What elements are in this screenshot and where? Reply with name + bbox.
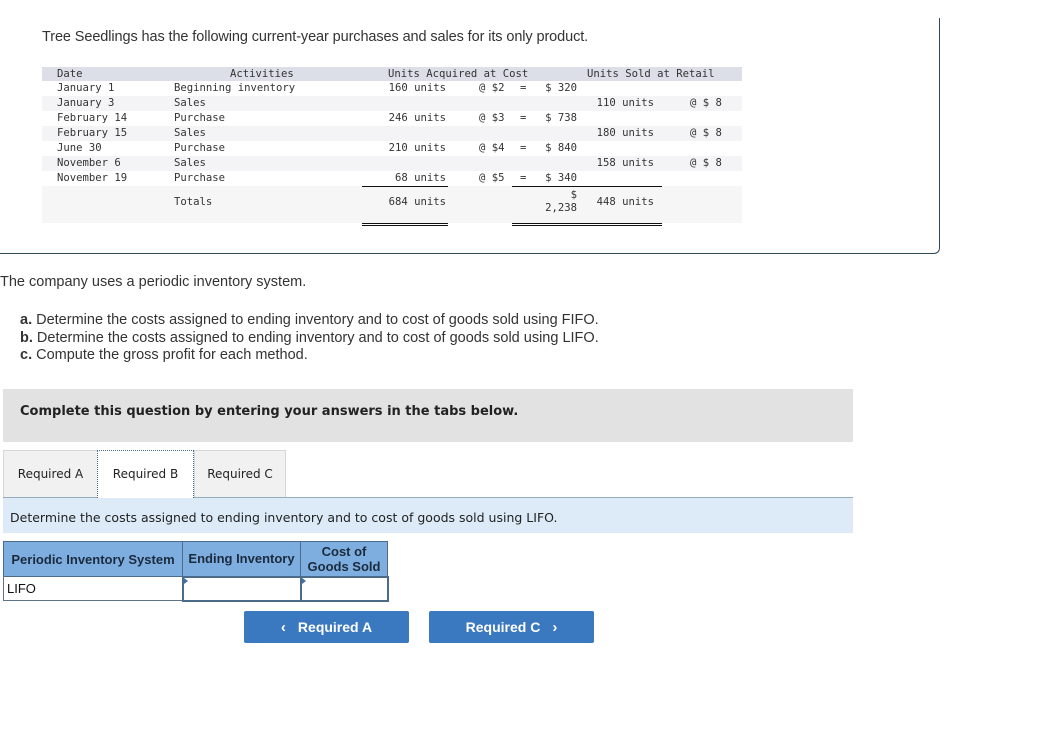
tab-required-a[interactable]: Required A bbox=[3, 450, 98, 497]
periodic-system-text: The company uses a periodic inventory sy… bbox=[0, 274, 307, 290]
header-periodic-inventory-system: Periodic Inventory System bbox=[3, 541, 183, 577]
row-units-acquired: 68 units bbox=[394, 172, 446, 184]
requirement-letter: c. bbox=[20, 347, 33, 363]
cogs-input[interactable] bbox=[301, 577, 387, 600]
header-activities: Activities bbox=[230, 68, 294, 80]
requirement-letter: b. bbox=[20, 329, 33, 346]
row-retail-price: @ $ 8 bbox=[690, 157, 722, 169]
cogs-cell[interactable] bbox=[299, 575, 389, 602]
next-required-c-button[interactable]: Required C › bbox=[429, 611, 594, 643]
answer-table: Periodic Inventory System Ending Invento… bbox=[3, 541, 389, 602]
prev-required-a-button[interactable]: ‹ Required A bbox=[244, 611, 409, 643]
ending-inventory-input[interactable] bbox=[183, 577, 300, 600]
ending-inventory-cell[interactable] bbox=[181, 575, 302, 602]
row-date: January 1 bbox=[57, 82, 115, 94]
tab-required-b[interactable]: Required B bbox=[97, 450, 194, 498]
row-date: February 14 bbox=[57, 112, 128, 124]
requirements-list: a. Determine the costs assigned to endin… bbox=[20, 312, 599, 365]
answer-header-row: Periodic Inventory System Ending Invento… bbox=[3, 541, 388, 577]
requirement-text: Compute the gross profit for each method… bbox=[32, 347, 308, 363]
answer-row-lifo: LIFO bbox=[3, 575, 389, 602]
row-activity: Sales bbox=[174, 97, 206, 109]
row-units-acquired: 246 units bbox=[388, 112, 446, 124]
totals-units: 684 units bbox=[388, 196, 446, 208]
row-amount: $ 738 bbox=[545, 112, 577, 124]
requirement-c: c. Compute the gross profit for each met… bbox=[20, 347, 599, 365]
units-underline bbox=[362, 186, 448, 187]
chevron-left-icon: ‹ bbox=[280, 618, 286, 636]
intro-text: Tree Seedlings has the following current… bbox=[42, 29, 589, 45]
inventory-row: January 3 Sales 110 units @ $ 8 bbox=[42, 96, 742, 111]
header-date: Date bbox=[57, 68, 83, 80]
inventory-row: November 6 Sales 158 units @ $ 8 bbox=[42, 156, 742, 171]
row-retail-price: @ $ 8 bbox=[690, 97, 722, 109]
row-amount: $ 320 bbox=[545, 82, 577, 94]
row-retail-price: @ $ 8 bbox=[690, 127, 722, 139]
row-equals: = bbox=[520, 172, 527, 184]
row-activity: Purchase bbox=[174, 112, 226, 124]
row-unit-cost: @ $2 bbox=[479, 82, 505, 94]
row-unit-cost: @ $3 bbox=[479, 112, 505, 124]
instruction-text: Complete this question by entering your … bbox=[20, 404, 519, 419]
row-activity: Purchase bbox=[174, 172, 226, 184]
requirement-a: a. Determine the costs assigned to endin… bbox=[20, 312, 599, 330]
row-activity: Sales bbox=[174, 157, 206, 169]
requirement-b: b. Determine the costs assigned to endin… bbox=[20, 330, 599, 348]
row-activity: Sales bbox=[174, 127, 206, 139]
prev-button-label: Required A bbox=[297, 619, 373, 635]
task-text: Determine the costs assigned to ending i… bbox=[10, 510, 558, 525]
row-equals: = bbox=[520, 82, 527, 94]
row-equals: = bbox=[520, 142, 527, 154]
inventory-header-row: Date Activities Units Acquired at Cost U… bbox=[42, 67, 742, 81]
row-unit-cost: @ $5 bbox=[479, 172, 505, 184]
totals-label: Totals bbox=[174, 196, 213, 208]
requirement-letter: a. bbox=[20, 312, 33, 328]
inventory-totals-row: Totals 684 units $ 2,238 448 units bbox=[42, 186, 742, 223]
row-amount: $ 340 bbox=[545, 172, 577, 184]
row-units-sold: 180 units bbox=[596, 127, 654, 139]
row-units-sold: 158 units bbox=[596, 157, 654, 169]
totals-amount: 2,238 bbox=[545, 202, 577, 214]
amount-double-underline bbox=[512, 223, 662, 226]
tab-required-c[interactable]: Required C bbox=[194, 450, 286, 497]
inventory-row: February 15 Sales 180 units @ $ 8 bbox=[42, 126, 742, 141]
inventory-row: June 30 Purchase 210 units @ $4 = $ 840 bbox=[42, 141, 742, 156]
row-unit-cost: @ $4 bbox=[479, 142, 505, 154]
row-date: February 15 bbox=[57, 127, 128, 139]
row-amount: $ 840 bbox=[545, 142, 577, 154]
units-double-underline bbox=[362, 223, 448, 226]
inventory-table: Date Activities Units Acquired at Cost U… bbox=[42, 67, 742, 226]
inventory-row: January 1 Beginning inventory 160 units @ $… bbox=[42, 81, 742, 96]
requirement-text: Determine the costs assigned to ending i… bbox=[32, 329, 599, 346]
inventory-row: November 19 Purchase 68 units @ $5 = $ 340 bbox=[42, 171, 742, 186]
instruction-bar: Complete this question by entering your … bbox=[3, 389, 853, 442]
row-date: November 19 bbox=[57, 172, 128, 184]
header-ending-inventory: Ending Inventory bbox=[182, 541, 301, 577]
header-units-acquired: Units Acquired at Cost bbox=[388, 68, 529, 80]
row-units-sold: 110 units bbox=[596, 97, 654, 109]
totals-amount-symbol: $ bbox=[570, 189, 577, 201]
row-label-lifo: LIFO bbox=[3, 576, 183, 601]
inventory-row: February 14 Purchase 246 units @ $3 = $ 738 bbox=[42, 111, 742, 126]
row-date: June 30 bbox=[57, 142, 102, 154]
row-date: November 6 bbox=[57, 157, 121, 169]
row-activity: Beginning inventory bbox=[174, 82, 296, 94]
chevron-right-icon: › bbox=[552, 618, 558, 636]
row-date: January 3 bbox=[57, 97, 115, 109]
row-units-acquired: 160 units bbox=[388, 82, 446, 94]
totals-units-sold: 448 units bbox=[596, 196, 654, 208]
next-button-label: Required C bbox=[465, 619, 541, 635]
amount-underline bbox=[512, 186, 662, 187]
requirement-text: Determine the costs assigned to ending i… bbox=[32, 312, 599, 328]
header-cost-of-goods-sold: Cost of Goods Sold bbox=[300, 541, 388, 577]
header-units-sold: Units Sold at Retail bbox=[587, 68, 715, 80]
header-cogs-label: Cost of Goods Sold bbox=[307, 543, 381, 574]
row-equals: = bbox=[520, 112, 527, 124]
row-units-acquired: 210 units bbox=[388, 142, 446, 154]
row-activity: Purchase bbox=[174, 142, 226, 154]
task-description-bar: Determine the costs assigned to ending i… bbox=[3, 497, 853, 533]
